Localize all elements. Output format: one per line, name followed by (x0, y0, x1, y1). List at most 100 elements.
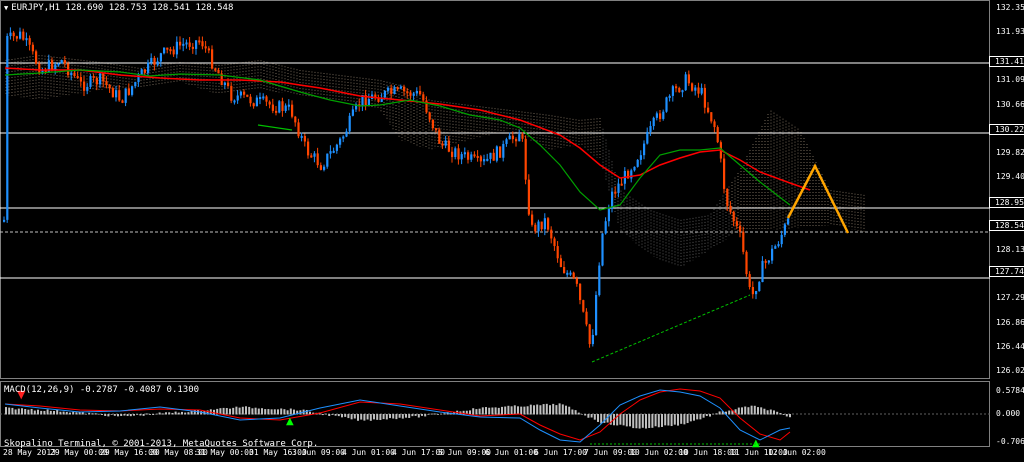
macd-histogram-bar (635, 414, 638, 429)
candle-body (345, 131, 348, 137)
candle-body (278, 101, 281, 113)
candle-body (287, 104, 290, 107)
trading-terminal-window: ▼ ▲ ▲ ▼EURJPY,H1 128.690 128.753 128.541… (0, 0, 1024, 462)
dropdown-triangle-icon[interactable]: ▼ (4, 4, 8, 12)
candle-body (607, 208, 610, 222)
candle-body (678, 87, 681, 93)
price-scale-label: 126.440 (996, 341, 1024, 351)
candle-body (351, 109, 354, 116)
candle-body (275, 110, 278, 113)
candle-body (473, 154, 476, 157)
macd-histogram-bar (309, 411, 311, 415)
candle-body (694, 87, 697, 91)
macd-histogram-bar (430, 413, 433, 415)
macd-histogram-bar (600, 414, 603, 424)
macd-histogram-bar (408, 414, 411, 418)
candle-body (259, 97, 262, 100)
macd-histogram-bar (62, 411, 65, 415)
macd-histogram-bar (763, 408, 766, 415)
main-chart-frame (0, 0, 990, 379)
candle-body (118, 90, 121, 101)
time-axis-label: 3 Jun 09:00 (292, 448, 345, 457)
price-scale-label: 131.930 (996, 27, 1024, 37)
macd-indicator-label: MACD(12,26,9) -0.2787 -0.4087 0.1300 (4, 385, 200, 395)
macd-histogram-bar (286, 410, 289, 415)
macd-histogram-bar (161, 413, 164, 415)
candle-body (783, 224, 786, 235)
candle-body (419, 90, 422, 95)
macd-histogram-bar (571, 409, 574, 415)
candle-body (451, 151, 454, 158)
macd-histogram-bar (193, 409, 196, 415)
candle-body (518, 134, 521, 142)
macd-histogram-bar (149, 414, 151, 415)
candle-body (172, 49, 175, 55)
candle-body (182, 43, 185, 46)
candle-body (441, 143, 444, 146)
macd-histogram-bar (360, 414, 363, 420)
candle-body (502, 143, 505, 158)
candle-body (393, 87, 396, 94)
candle-body (537, 221, 540, 232)
macd-histogram-bar (344, 414, 347, 417)
macd-histogram-bar (101, 414, 103, 415)
candle-body (323, 166, 326, 170)
candle-body (409, 92, 412, 96)
candle-body (598, 265, 601, 296)
macd-histogram-bar (369, 414, 372, 421)
macd-histogram-bar (709, 414, 711, 417)
macd-histogram-bar (251, 408, 254, 415)
macd-histogram-bar (648, 414, 651, 429)
candle-body (108, 84, 111, 89)
macd-histogram-bar (699, 414, 702, 420)
macd-histogram-bar (664, 414, 667, 426)
candle-body (9, 32, 12, 37)
macd-histogram-bar (478, 408, 481, 415)
candle-body (569, 272, 572, 275)
macd-histogram-bar (561, 404, 564, 415)
symbol-info-label[interactable]: ▼ EURJPY,H1 128.690 128.753 128.541 128.5… (4, 3, 233, 13)
candle-body (435, 128, 438, 131)
candle-body (307, 141, 310, 156)
candle-body (534, 224, 537, 232)
macd-histogram-bar (555, 405, 558, 415)
macd-histogram-bar (728, 410, 731, 415)
macd-histogram-bar (373, 414, 375, 420)
candle-body (396, 87, 399, 90)
candle-body (620, 183, 623, 186)
macd-histogram-bar (280, 408, 283, 415)
harmonic-pattern-orange[interactable] (786, 163, 850, 234)
candle-body (233, 100, 236, 103)
candle-body (412, 93, 415, 96)
candle-body (588, 324, 591, 345)
up-arrow-signal-icon: ▲ (286, 416, 294, 427)
candle-body (313, 153, 316, 157)
macd-histogram-bar (88, 412, 91, 415)
macd-histogram-bar (469, 410, 471, 415)
macd-histogram-bar (155, 413, 158, 415)
macd-histogram-bar (577, 412, 580, 415)
candle-body (15, 36, 18, 39)
macd-histogram-bar (168, 412, 171, 415)
candle-body (595, 295, 598, 335)
macd-histogram-bar (417, 414, 420, 418)
macd-histogram-bar (657, 414, 660, 428)
candle-body (195, 40, 198, 49)
candle-body (579, 283, 582, 301)
candle-body (249, 96, 252, 104)
macd-histogram-bar (686, 414, 689, 424)
candle-body (447, 140, 450, 152)
candle-body (726, 188, 729, 206)
candle-body (723, 158, 726, 189)
candle-body (732, 211, 735, 222)
macd-histogram-bar (654, 414, 657, 427)
macd-histogram-bar (549, 405, 551, 415)
macd-histogram-bar (510, 406, 513, 415)
macd-histogram-bar (593, 414, 596, 420)
macd-histogram-bar (158, 412, 161, 415)
macd-histogram-bar (779, 412, 782, 415)
candle-body (671, 86, 674, 96)
candle-body (316, 153, 319, 166)
macd-histogram-bar (334, 414, 337, 416)
candle-body (92, 75, 95, 78)
